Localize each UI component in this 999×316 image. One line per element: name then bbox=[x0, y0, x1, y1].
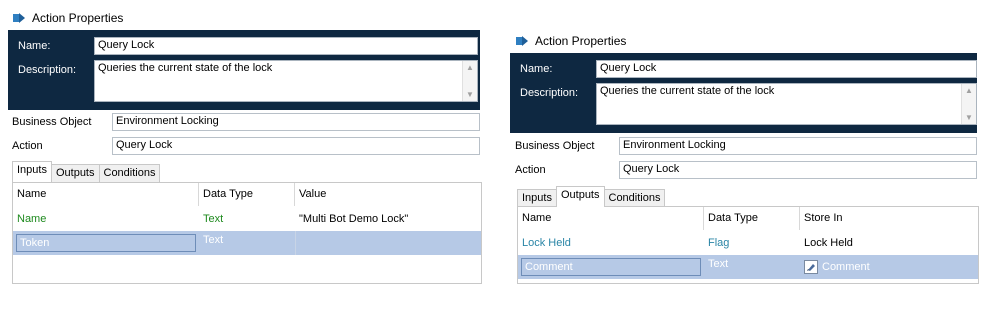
column-header-data-type[interactable]: Data Type bbox=[199, 183, 295, 206]
right-description-label: Description: bbox=[520, 87, 579, 99]
left-action-label: Action bbox=[12, 140, 43, 152]
right-action-properties-panel: Action Properties Name: Query Lock Descr… bbox=[505, 0, 979, 290]
tab-conditions[interactable]: Conditions bbox=[98, 164, 161, 182]
right-description-text: Queries the current state of the lock bbox=[600, 85, 775, 97]
row-name-edit[interactable]: Token bbox=[16, 234, 196, 252]
tab-outputs[interactable]: Outputs bbox=[555, 186, 605, 207]
left-description-label: Description: bbox=[18, 64, 77, 76]
column-header-store-in[interactable]: Store In bbox=[800, 207, 978, 230]
row-value-cell[interactable] bbox=[295, 231, 481, 255]
table-row[interactable]: Lock Held Flag Lock Held bbox=[518, 231, 978, 255]
column-header-name[interactable]: Name bbox=[518, 207, 704, 230]
left-business-object-label: Business Object bbox=[12, 116, 92, 128]
right-title: Action Properties bbox=[535, 34, 627, 48]
row-name-edit[interactable]: Comment bbox=[521, 258, 701, 276]
table-row[interactable]: Name Text "Multi Bot Demo Lock" bbox=[13, 207, 481, 231]
tab-inputs[interactable]: Inputs bbox=[517, 189, 557, 207]
right-name-field[interactable]: Query Lock bbox=[596, 60, 977, 78]
row-type-cell: Flag bbox=[708, 237, 730, 249]
right-action-label: Action bbox=[515, 164, 546, 176]
right-title-bar: Action Properties bbox=[515, 31, 626, 51]
left-title-bar: Action Properties bbox=[12, 8, 123, 28]
row-value-cell[interactable]: "Multi Bot Demo Lock" bbox=[295, 207, 481, 231]
right-tabs: Inputs Outputs Conditions bbox=[517, 186, 666, 207]
left-title: Action Properties bbox=[32, 11, 124, 25]
tab-inputs[interactable]: Inputs bbox=[12, 161, 52, 182]
column-header-name[interactable]: Name bbox=[13, 183, 199, 206]
right-action-field[interactable]: Query Lock bbox=[619, 161, 977, 179]
scroll-up-icon[interactable]: ▲ bbox=[466, 63, 474, 72]
left-action-properties-panel: Action Properties Name: Query Lock Descr… bbox=[0, 0, 482, 290]
left-description-scrollbar[interactable]: ▲ ▼ bbox=[462, 61, 477, 101]
right-description-scrollbar[interactable]: ▲ ▼ bbox=[961, 84, 976, 124]
column-header-value[interactable]: Value bbox=[295, 183, 481, 206]
right-name-label: Name: bbox=[520, 63, 553, 75]
row-store-text: Comment bbox=[822, 261, 870, 273]
tab-outputs[interactable]: Outputs bbox=[50, 164, 100, 182]
row-type-cell: Text bbox=[203, 213, 224, 225]
row-store-cell[interactable]: Comment bbox=[800, 255, 978, 279]
store-in-data-item-icon[interactable] bbox=[804, 260, 818, 275]
left-description-field[interactable]: Queries the current state of the lock ▲ … bbox=[94, 60, 478, 102]
action-properties-icon bbox=[516, 36, 528, 46]
scroll-down-icon[interactable]: ▼ bbox=[466, 90, 474, 99]
column-header-data-type[interactable]: Data Type bbox=[704, 207, 800, 230]
scroll-up-icon[interactable]: ▲ bbox=[965, 86, 973, 95]
left-description-text: Queries the current state of the lock bbox=[98, 62, 273, 74]
row-store-cell[interactable]: Lock Held bbox=[800, 231, 978, 255]
right-description-field[interactable]: Queries the current state of the lock ▲ … bbox=[596, 83, 977, 125]
table-row-selected[interactable]: Comment Text Comment bbox=[518, 255, 978, 279]
left-action-field[interactable]: Query Lock bbox=[112, 137, 480, 155]
left-business-object-field[interactable]: Environment Locking bbox=[112, 113, 480, 131]
left-name-label: Name: bbox=[18, 40, 51, 52]
action-properties-icon bbox=[13, 13, 25, 23]
row-type-cell: Text bbox=[708, 258, 729, 270]
table-row-selected[interactable]: Token Text bbox=[13, 231, 481, 255]
right-business-object-label: Business Object bbox=[515, 140, 595, 152]
left-header-block: Name: Query Lock Description: Queries th… bbox=[8, 30, 480, 110]
right-business-object-field[interactable]: Environment Locking bbox=[619, 137, 977, 155]
right-outputs-grid: Name Data Type Store In Lock Held Flag L… bbox=[517, 206, 979, 284]
left-name-field[interactable]: Query Lock bbox=[94, 37, 478, 55]
right-header-block: Name: Query Lock Description: Queries th… bbox=[510, 53, 977, 133]
left-tabs: Inputs Outputs Conditions bbox=[12, 161, 161, 182]
tab-conditions[interactable]: Conditions bbox=[603, 189, 666, 207]
left-inputs-grid: Name Data Type Value Name Text "Multi Bo… bbox=[12, 182, 482, 284]
row-type-cell: Text bbox=[203, 234, 224, 246]
scroll-down-icon[interactable]: ▼ bbox=[965, 113, 973, 122]
row-name-cell: Name bbox=[17, 213, 47, 225]
row-name-cell: Lock Held bbox=[522, 237, 571, 249]
